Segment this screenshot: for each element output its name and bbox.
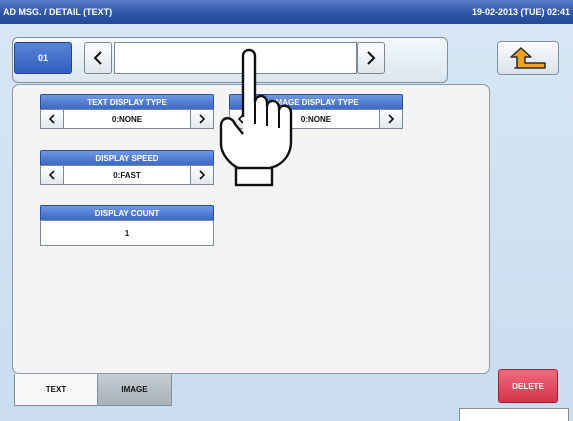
return-arrow-icon [510, 47, 546, 69]
display-count-label: DISPLAY COUNT [40, 205, 214, 220]
display-speed-prev[interactable] [41, 166, 64, 184]
title-bar: AD MSG. / DETAIL (TEXT) 19-02-2013 (TUE)… [0, 0, 573, 24]
display-speed-value: 0:FAST [113, 170, 141, 180]
tab-text[interactable]: TEXT [14, 374, 98, 406]
display-speed-row: 0:FAST [40, 165, 214, 185]
text-display-type-group: TEXT DISPLAY TYPE 0:NONE [40, 94, 214, 129]
image-display-type-next[interactable] [379, 110, 402, 128]
display-count-value: 1 [124, 228, 130, 238]
chevron-left-icon [48, 114, 55, 124]
display-speed-next[interactable] [190, 166, 213, 184]
display-speed-label: DISPLAY SPEED [40, 150, 214, 165]
text-display-type-label: TEXT DISPLAY TYPE [40, 94, 214, 109]
chevron-right-icon [388, 114, 395, 124]
chevron-left-icon [93, 51, 102, 65]
display-count-field[interactable]: 1 [40, 220, 214, 246]
text-display-type-row: 0:NONE [40, 109, 214, 129]
screen-title: AD MSG. / DETAIL (TEXT) [3, 7, 113, 17]
chevron-right-icon [199, 170, 206, 180]
pointing-hand-icon [219, 48, 293, 187]
next-button[interactable] [357, 42, 385, 74]
tab-image[interactable]: IMAGE [97, 374, 172, 406]
delete-button[interactable]: DELETE [498, 369, 558, 403]
screen: AD MSG. / DETAIL (TEXT) 19-02-2013 (TUE)… [0, 0, 573, 421]
display-count-group: DISPLAY COUNT 1 [40, 205, 214, 246]
bottom-box [459, 408, 569, 421]
prev-button[interactable] [84, 42, 112, 74]
datetime: 19-02-2013 (TUE) 02:41 [471, 7, 570, 17]
back-button[interactable] [497, 41, 559, 75]
text-display-type-next[interactable] [190, 110, 213, 128]
text-display-type-prev[interactable] [41, 110, 64, 128]
record-number[interactable]: 01 [14, 42, 72, 74]
display-speed-group: DISPLAY SPEED 0:FAST [40, 150, 214, 185]
chevron-right-icon [367, 51, 376, 65]
chevron-right-icon [199, 114, 206, 124]
chevron-left-icon [48, 170, 55, 180]
text-display-type-value: 0:NONE [111, 114, 143, 124]
